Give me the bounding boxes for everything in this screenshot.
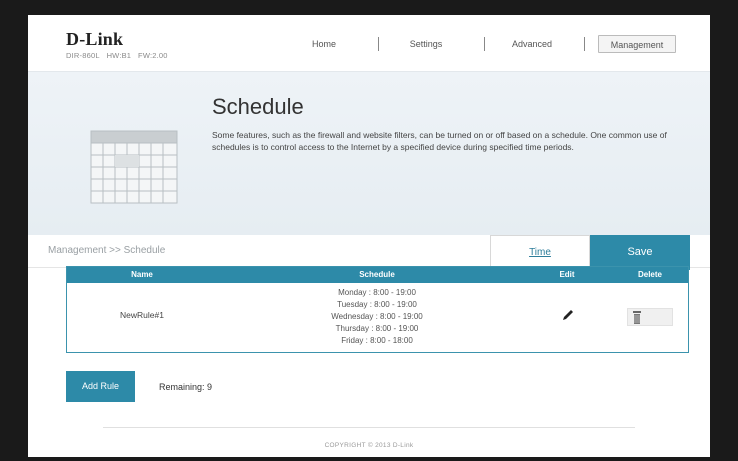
delete-button[interactable] — [627, 308, 673, 326]
page-title: Schedule — [212, 94, 304, 119]
col-header-name: Name — [131, 270, 153, 279]
schedule-entry: Monday : 8:00 - 19:00 — [338, 288, 416, 297]
schedule-entry: Tuesday : 8:00 - 19:00 — [337, 300, 417, 309]
table-row: NewRule#1 Monday : 8:00 - 19:00 Tuesday … — [67, 283, 688, 352]
schedule-list: Monday : 8:00 - 19:00 Tuesday : 8:00 - 1… — [287, 287, 467, 347]
schedule-entry: Thursday : 8:00 - 19:00 — [335, 324, 419, 333]
schedule-entry: Wednesday : 8:00 - 19:00 — [331, 312, 423, 321]
add-rule-button[interactable]: Add Rule — [66, 371, 135, 402]
nav-divider — [378, 37, 379, 51]
breadcrumb: Management >> Schedule — [48, 245, 166, 256]
hw-label: HW:B1 — [106, 51, 132, 60]
save-button[interactable]: Save — [590, 235, 690, 270]
rule-name: NewRule#1 — [120, 310, 164, 320]
model-label: DIR-860L — [66, 51, 100, 60]
nav-divider — [584, 37, 585, 51]
nav-settings[interactable]: Settings — [398, 35, 454, 53]
hero-banner: Schedule Some features, such as the fire… — [28, 71, 710, 235]
footer-divider — [103, 427, 635, 428]
router-admin-page: D-Link DIR-860L HW:B1 FW:2.00 Home Setti… — [28, 15, 710, 457]
fw-label: FW:2.00 — [138, 51, 168, 60]
time-link[interactable]: Time — [490, 235, 590, 268]
action-bar: Management >> Schedule Time Save — [28, 235, 710, 270]
col-header-delete: Delete — [637, 270, 662, 279]
col-header-schedule: Schedule — [359, 270, 395, 279]
header: D-Link DIR-860L HW:B1 FW:2.00 Home Setti… — [28, 15, 710, 71]
copyright: COPYRIGHT © 2013 D-Link — [324, 442, 414, 449]
device-info: DIR-860L HW:B1 FW:2.00 — [66, 51, 168, 60]
nav-management[interactable]: Management — [598, 35, 676, 53]
remaining-count: Remaining: 9 — [159, 382, 213, 392]
schedule-table: Name Schedule Edit Delete NewRule#1 Mond… — [66, 266, 689, 353]
nav-divider — [484, 37, 485, 51]
schedule-entry: Friday : 8:00 - 18:00 — [341, 336, 413, 345]
calendar-icon — [90, 130, 178, 204]
nav-home[interactable]: Home — [296, 35, 352, 53]
table-header: Name Schedule Edit Delete — [67, 267, 688, 283]
trash-icon — [633, 311, 641, 324]
col-header-edit: Edit — [559, 270, 575, 279]
dlink-logo: D-Link — [66, 29, 124, 49]
page-description: Some features, such as the firewall and … — [212, 130, 667, 152]
pencil-icon[interactable] — [561, 308, 575, 322]
nav-advanced[interactable]: Advanced — [500, 35, 564, 53]
